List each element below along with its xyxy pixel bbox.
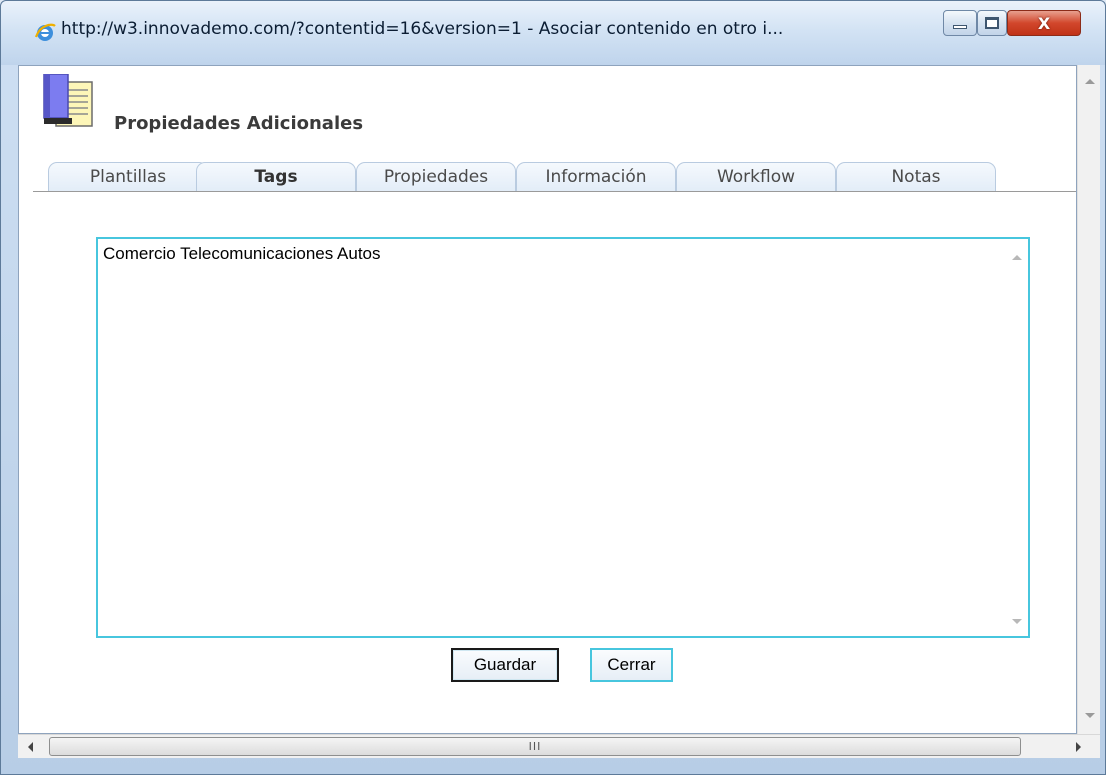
documents-icon bbox=[43, 74, 93, 127]
tab-plantillas[interactable]: Plantillas bbox=[48, 162, 208, 191]
scroll-up-icon[interactable] bbox=[1012, 255, 1022, 260]
tab-workflow[interactable]: Workflow bbox=[676, 162, 836, 191]
minimize-button[interactable] bbox=[943, 10, 977, 36]
scroll-right-icon[interactable] bbox=[1076, 742, 1081, 752]
page-horizontal-scrollbar[interactable]: III bbox=[18, 734, 1100, 758]
window-title: http://w3.innovademo.com/?contentid=16&v… bbox=[61, 19, 784, 39]
tab-divider bbox=[33, 191, 1076, 192]
close-window-button[interactable]: X bbox=[1007, 10, 1081, 36]
title-bar[interactable]: http://w3.innovademo.com/?contentid=16&v… bbox=[1, 1, 1105, 65]
ie-icon bbox=[34, 23, 56, 41]
save-button[interactable]: Guardar bbox=[451, 648, 559, 682]
browser-window: http://w3.innovademo.com/?contentid=16&v… bbox=[0, 0, 1106, 775]
tab-notas[interactable]: Notas bbox=[836, 162, 996, 191]
scroll-down-icon[interactable] bbox=[1012, 619, 1022, 624]
scroll-up-icon[interactable] bbox=[1085, 79, 1095, 84]
tab-tags[interactable]: Tags bbox=[196, 162, 356, 191]
page-vertical-scrollbar[interactable] bbox=[1077, 65, 1100, 734]
textarea-scrollbar[interactable] bbox=[1006, 239, 1028, 636]
close-icon: X bbox=[1037, 13, 1051, 33]
tags-value: Comercio Telecomunicaciones Autos bbox=[103, 244, 381, 263]
content-area: Propiedades Adicionales Plantillas Tags … bbox=[18, 65, 1077, 734]
minimize-icon bbox=[953, 25, 967, 29]
page-title: Propiedades Adicionales bbox=[114, 113, 364, 134]
tags-textarea[interactable]: Comercio Telecomunicaciones Autos bbox=[96, 237, 1030, 638]
tab-informacion[interactable]: Información bbox=[516, 162, 676, 191]
tab-propiedades[interactable]: Propiedades bbox=[356, 162, 516, 191]
maximize-icon bbox=[985, 17, 999, 29]
scroll-down-icon[interactable] bbox=[1085, 713, 1095, 718]
maximize-button[interactable] bbox=[977, 10, 1007, 36]
close-button[interactable]: Cerrar bbox=[590, 648, 673, 682]
grip-icon: III bbox=[528, 740, 542, 753]
horizontal-scroll-thumb[interactable]: III bbox=[49, 737, 1021, 756]
scroll-left-icon[interactable] bbox=[28, 742, 33, 752]
tab-bar: Plantillas Tags Propiedades Información … bbox=[33, 162, 1076, 192]
